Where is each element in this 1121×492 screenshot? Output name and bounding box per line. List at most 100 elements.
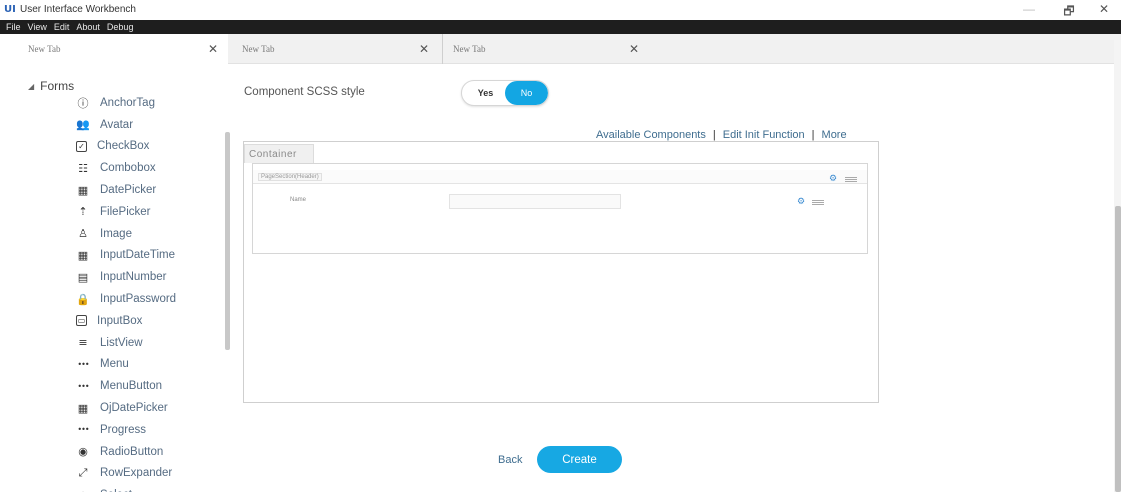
window-title: User Interface Workbench <box>20 4 136 15</box>
lock-icon: 🔒 <box>76 292 90 306</box>
sidebar-item-label: MenuButton <box>100 380 163 393</box>
sidebar-item-label: Progress <box>100 423 147 436</box>
toggle-yes-option[interactable]: Yes <box>462 81 505 105</box>
sidebar-item-label: DatePicker <box>100 184 157 197</box>
sidebar-item-filepicker[interactable]: ⇡ FilePicker <box>76 201 226 223</box>
page-section-header <box>253 170 867 184</box>
sidebar-item-checkbox[interactable]: ✓ CheckBox <box>76 136 226 158</box>
component-list: ⓘ AnchorTag 👥 Avatar ✓ CheckBox ☷ Combobox ▦ Date… <box>76 92 226 492</box>
sidebar-item-inputnumber[interactable]: ▤ InputNumber <box>76 266 226 288</box>
sidebar-item-label: RowExpander <box>100 467 173 480</box>
calendar-icon: ▦ <box>77 183 89 197</box>
tab-bar: New Tab ✕ New Tab ✕ New Tab ✕ <box>0 34 1121 64</box>
menu-bar: File View Edit About Debug <box>0 20 1121 34</box>
image-person-icon: ♙ <box>78 227 88 241</box>
sidebar-item-avatar[interactable]: 👥 Avatar <box>76 114 226 136</box>
more-dots-icon: ••• <box>77 359 89 369</box>
main-scrollbar-thumb[interactable] <box>1115 206 1121 492</box>
tab-new-3[interactable]: New Tab ✕ <box>442 34 656 64</box>
input-box-icon: ▭ <box>76 315 87 327</box>
tab-new-2[interactable]: New Tab ✕ <box>228 34 442 64</box>
more-dots-icon: ••• <box>77 425 89 435</box>
sidebar-item-label: Avatar <box>100 118 134 131</box>
sidebar-item-label: InputPassword <box>100 293 177 306</box>
select-icon: ○ <box>76 488 90 492</box>
forms-group-label: Forms <box>40 79 75 93</box>
available-components-link[interactable]: Available Components <box>596 129 706 141</box>
more-dots-icon: ••• <box>77 381 89 391</box>
sidebar-item-select[interactable]: ○Select <box>76 484 226 492</box>
menu-file[interactable]: File <box>6 22 21 32</box>
tab-label: New Tab <box>242 44 275 54</box>
page-section-label: PageSection(Header) <box>258 173 322 181</box>
sidebar-item-image[interactable]: ♙ Image <box>76 223 226 245</box>
sidebar-item-radiobutton[interactable]: ◉ RadioButton <box>76 441 226 463</box>
toggle-no-option[interactable]: No <box>505 81 548 105</box>
sidebar-item-label: CheckBox <box>97 140 150 153</box>
sidebar-item-label: InputDateTime <box>100 249 175 262</box>
more-link[interactable]: More <box>822 129 847 141</box>
title-bar: UI User Interface Workbench — 🗗 ✕ <box>0 0 1121 20</box>
tab-new-1[interactable]: New Tab ✕ <box>0 34 228 64</box>
sidebar-item-inputbox[interactable]: ▭ InputBox <box>76 310 226 332</box>
forms-group[interactable]: ◢ Forms <box>28 79 74 93</box>
menu-about[interactable]: About <box>76 22 100 32</box>
sidebar-scrollbar[interactable] <box>225 132 230 350</box>
scss-style-toggle[interactable]: Yes No <box>461 80 549 106</box>
menu-view[interactable]: View <box>28 22 47 32</box>
sidebar-item-label: FilePicker <box>100 205 151 218</box>
sidebar-item-label: Combobox <box>100 162 156 175</box>
collapse-caret-icon[interactable]: ◢ <box>28 82 34 91</box>
sidebar-item-label: Image <box>100 227 132 240</box>
sidebar-item-datepicker[interactable]: ▦ DatePicker <box>76 179 226 201</box>
sidebar-item-progress[interactable]: ••• Progress <box>76 419 226 441</box>
calendar-time-icon: ▦ <box>77 248 89 262</box>
sidebar-item-label: OjDatePicker <box>100 402 168 415</box>
container-tab[interactable]: Container <box>244 144 314 163</box>
menu-edit[interactable]: Edit <box>54 22 70 32</box>
section-gear-icon[interactable]: ⚙ <box>829 174 837 184</box>
tab-close-icon[interactable]: ✕ <box>419 42 429 56</box>
back-link[interactable]: Back <box>498 454 522 466</box>
field-gear-icon[interactable]: ⚙ <box>797 197 805 207</box>
sidebar-item-inputpassword[interactable]: 🔒 InputPassword <box>76 288 226 310</box>
sidebar-item-ojdatepicker[interactable]: ▦ OjDatePicker <box>76 397 226 419</box>
component-sidebar: ◢ Forms ⓘ AnchorTag 👥 Avatar ✓ CheckBox ☷ Combo… <box>0 64 232 492</box>
checkbox-icon: ✓ <box>76 140 87 152</box>
avatar-icon: 👥 <box>76 118 90 132</box>
expand-icon: ⤢ <box>78 466 88 480</box>
create-button[interactable]: Create <box>537 446 622 473</box>
menu-debug[interactable]: Debug <box>107 22 134 32</box>
sidebar-item-combobox[interactable]: ☷ Combobox <box>76 157 226 179</box>
sidebar-item-listview[interactable]: ≡ ListView <box>76 332 226 354</box>
scss-style-label: Component SCSS style <box>244 86 365 98</box>
edit-init-function-link[interactable]: Edit Init Function <box>723 129 805 141</box>
sidebar-item-inputdatetime[interactable]: ▦ InputDateTime <box>76 245 226 267</box>
name-field[interactable] <box>449 194 621 209</box>
sidebar-item-label: InputNumber <box>100 271 167 284</box>
tab-close-icon[interactable]: ✕ <box>629 42 639 56</box>
sidebar-item-menu[interactable]: ••• Menu <box>76 354 226 376</box>
upload-icon: ⇡ <box>78 205 88 219</box>
sidebar-item-label: RadioButton <box>100 445 164 458</box>
combobox-icon: ☷ <box>78 161 88 175</box>
link-separator: | <box>811 129 815 141</box>
minimize-button[interactable]: — <box>1018 2 1040 16</box>
sidebar-item-rowexpander[interactable]: ⤢ RowExpander <box>76 463 226 485</box>
sidebar-item-menubutton[interactable]: ••• MenuButton <box>76 375 226 397</box>
tab-label: New Tab <box>28 44 61 54</box>
field-menu-icon[interactable] <box>812 200 824 205</box>
close-window-button[interactable]: ✕ <box>1093 2 1115 16</box>
grid-calendar-icon: ▦ <box>77 401 89 415</box>
info-circle-icon: ⓘ <box>77 96 89 110</box>
section-menu-icon[interactable] <box>845 177 857 182</box>
sidebar-item-anchortag[interactable]: ⓘ AnchorTag <box>76 92 226 114</box>
tab-close-icon[interactable]: ✕ <box>208 42 218 56</box>
number-icon: ▤ <box>77 270 89 284</box>
list-icon: ≡ <box>78 336 88 350</box>
sidebar-item-label: ListView <box>100 336 143 349</box>
sidebar-item-label: Menu <box>100 358 129 371</box>
radio-icon: ◉ <box>78 445 88 459</box>
tab-label: New Tab <box>453 44 486 54</box>
action-links: Available Components | Edit Init Functio… <box>596 129 847 141</box>
